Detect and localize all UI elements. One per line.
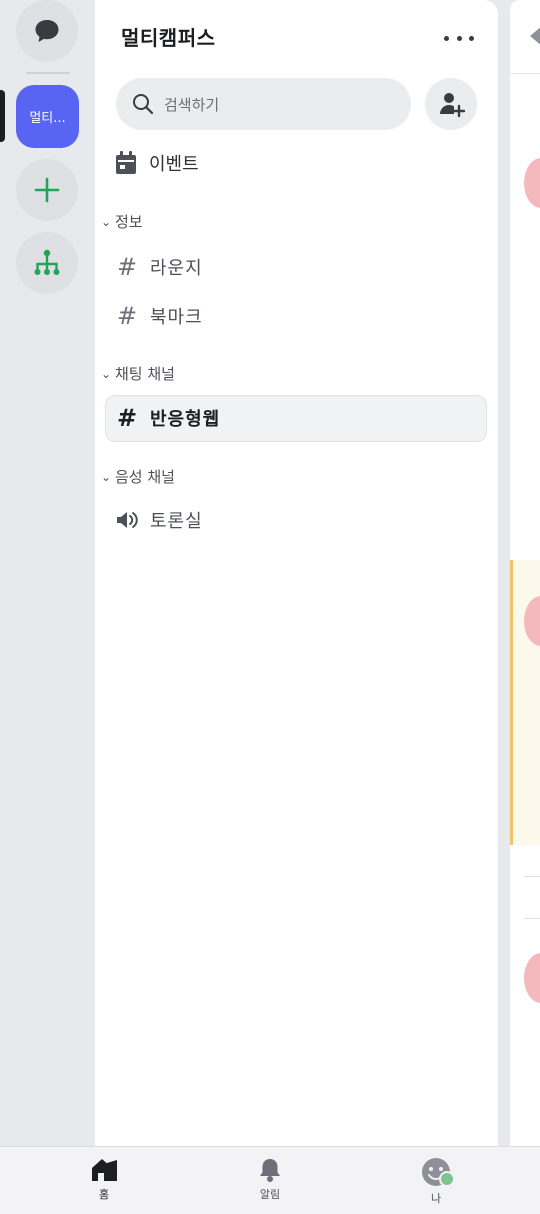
- dot-icon: [456, 35, 462, 41]
- channel-panel: 멀티캠퍼스 검색하기 이벤트 ⌄ 정보 # 라운지 # 북마크 ⌄ 채팅 채널 …: [95, 0, 498, 1146]
- category-info[interactable]: ⌄ 정보: [101, 211, 143, 232]
- chevron-down-icon: ⌄: [101, 469, 112, 484]
- server-multicampus[interactable]: 멀티...: [16, 85, 79, 148]
- selected-server-indicator: [0, 90, 5, 142]
- category-text-channels[interactable]: ⌄ 채팅 채널: [101, 363, 175, 384]
- direct-messages-button[interactable]: [16, 0, 78, 62]
- channel-lounge[interactable]: # 라운지: [115, 253, 203, 281]
- nav-profile-label: 나: [430, 1192, 442, 1205]
- nav-notifications[interactable]: 알림: [230, 1157, 310, 1202]
- category-label: 채팅 채널: [115, 365, 175, 383]
- chevron-down-icon: ⌄: [101, 214, 112, 229]
- hash-icon: #: [116, 404, 138, 432]
- channel-responsive-web[interactable]: # 반응형웹: [115, 404, 220, 432]
- explore-servers-button[interactable]: [16, 232, 78, 294]
- events-item[interactable]: 이벤트: [115, 150, 199, 176]
- hash-icon: #: [116, 253, 138, 281]
- plus-icon: [34, 177, 60, 203]
- channel-label: 북마크: [150, 307, 203, 328]
- rail-divider: [26, 72, 70, 74]
- avatar[interactable]: [524, 158, 540, 208]
- events-label: 이벤트: [149, 154, 199, 175]
- chat-header: [510, 0, 540, 74]
- calendar-icon: [116, 151, 136, 174]
- nav-home[interactable]: 홈: [64, 1157, 144, 1202]
- divider: [524, 876, 540, 877]
- speaker-icon: [117, 512, 138, 528]
- profile-avatar: [421, 1157, 455, 1187]
- channel-label: 라운지: [150, 258, 203, 279]
- server-rail: 멀티...: [0, 0, 95, 1146]
- online-status-icon: [439, 1171, 455, 1187]
- add-server-button[interactable]: [16, 159, 78, 221]
- nav-notifications-label: 알림: [259, 1188, 281, 1201]
- server-title[interactable]: 멀티캠퍼스: [121, 22, 216, 51]
- channel-label: 토론실: [150, 511, 203, 532]
- home-icon: [92, 1159, 117, 1181]
- nav-profile[interactable]: 나: [396, 1157, 476, 1206]
- dot-icon: [444, 35, 449, 41]
- more-options-button[interactable]: [444, 28, 474, 48]
- channel-discussion-room[interactable]: 토론실: [115, 507, 203, 533]
- avatar[interactable]: [524, 953, 540, 1003]
- chat-area-peek[interactable]: [510, 0, 540, 1146]
- search-placeholder: 검색하기: [164, 95, 220, 114]
- bottom-navigation: 홈 알림 나: [0, 1146, 540, 1214]
- add-user-icon: [440, 93, 465, 118]
- dot-icon: [469, 35, 474, 41]
- search-icon: [133, 94, 154, 115]
- chat-bubble-icon: [35, 20, 59, 42]
- nav-home-label: 홈: [98, 1188, 110, 1201]
- channel-bookmark[interactable]: # 북마크: [115, 302, 203, 330]
- divider: [524, 918, 540, 919]
- back-arrow-icon[interactable]: [530, 26, 540, 46]
- category-label: 정보: [115, 213, 143, 231]
- server-abbrev: 멀티...: [29, 111, 66, 126]
- category-label: 음성 채널: [115, 468, 175, 486]
- category-voice-channels[interactable]: ⌄ 음성 채널: [101, 466, 175, 487]
- invite-members-button[interactable]: [425, 78, 477, 130]
- chevron-down-icon: ⌄: [101, 366, 112, 381]
- channel-label: 반응형웹: [150, 409, 221, 430]
- hierarchy-icon: [34, 249, 60, 275]
- search-input[interactable]: 검색하기: [116, 78, 411, 130]
- bell-icon: [260, 1159, 280, 1182]
- hash-icon: #: [116, 302, 138, 330]
